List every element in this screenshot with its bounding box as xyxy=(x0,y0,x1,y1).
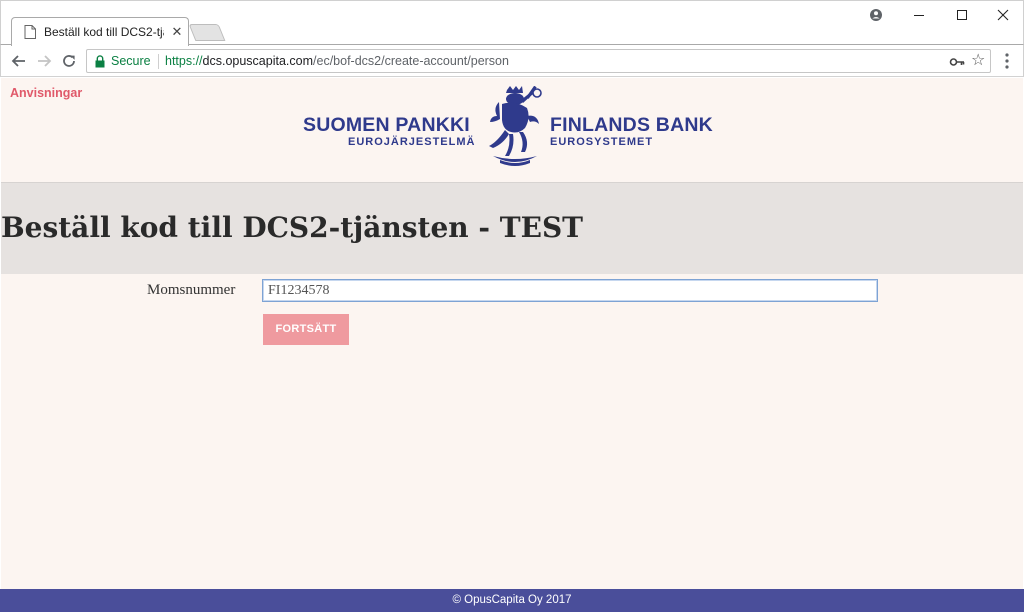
tab-close-icon[interactable]: ✕ xyxy=(170,24,184,40)
title-banner: Beställ kod till DCS2-tjänsten - TEST xyxy=(1,182,1023,274)
continue-button[interactable]: FORTSÄTT xyxy=(263,314,349,345)
profile-icon[interactable] xyxy=(863,5,889,25)
reload-icon[interactable] xyxy=(59,51,79,71)
url-host: dcs.opuscapita.com xyxy=(202,54,314,68)
url-path: /ec/bof-dcs2/create-account/person xyxy=(313,54,509,68)
url-text[interactable]: https://dcs.opuscapita.com/ec/bof-dcs2/c… xyxy=(165,54,509,68)
lock-icon xyxy=(95,55,105,68)
close-window-icon[interactable] xyxy=(990,5,1016,25)
lion-emblem-icon xyxy=(489,86,542,166)
vat-number-label: Momsnummer xyxy=(147,282,236,298)
logo-finnish-subtitle: EUROJÄRJESTELMÄ xyxy=(348,136,476,148)
address-bar[interactable]: Secure https://dcs.opuscapita.com/ec/bof… xyxy=(86,49,991,73)
secure-label: Secure xyxy=(111,54,151,68)
tab-title: Beställ kod till DCS2-tjänsten - TEST xyxy=(44,25,164,39)
browser-toolbar: Secure https://dcs.opuscapita.com/ec/bof… xyxy=(0,44,1024,77)
back-arrow-icon[interactable] xyxy=(9,51,29,71)
instructions-link[interactable]: Anvisningar xyxy=(10,86,82,100)
logo-swedish-subtitle: EUROSYSTEMET xyxy=(550,136,654,148)
logo-swedish-name: FINLANDS BANK xyxy=(550,114,713,136)
maximize-icon[interactable] xyxy=(949,5,975,25)
bookmark-star-icon[interactable]: ☆ xyxy=(971,52,989,70)
omnibox-divider xyxy=(158,54,159,69)
bank-logo: SUOMEN PANKKI EUROJÄRJESTELMÄ FINLANDS B… xyxy=(301,86,725,166)
logo-finnish-name: SUOMEN PANKKI xyxy=(303,114,470,136)
page-title: Beställ kod till DCS2-tjänsten - TEST xyxy=(1,211,584,244)
page-footer: © OpusCapita Oy 2017 xyxy=(0,589,1024,612)
page-icon xyxy=(24,25,36,39)
page-content: Anvisningar SUOMEN PANKKI EUROJÄRJESTELM… xyxy=(1,78,1023,612)
new-tab-button[interactable] xyxy=(188,24,226,41)
forward-arrow-icon[interactable] xyxy=(34,51,54,71)
browser-title-bar: Beställ kod till DCS2-tjänsten - TEST ✕ xyxy=(0,0,1024,46)
vat-number-input[interactable] xyxy=(262,279,878,302)
key-icon[interactable] xyxy=(949,55,965,69)
minimize-icon[interactable] xyxy=(906,5,932,25)
url-scheme: https:// xyxy=(165,54,203,68)
browser-menu-icon[interactable] xyxy=(1004,52,1010,70)
browser-tab[interactable]: Beställ kod till DCS2-tjänsten - TEST ✕ xyxy=(11,17,189,46)
